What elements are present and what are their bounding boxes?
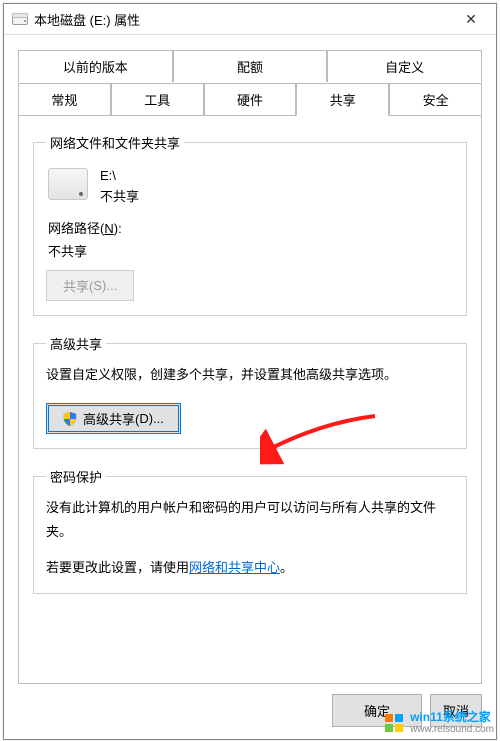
tab-tools[interactable]: 工具	[111, 83, 204, 116]
group-password-legend: 密码保护	[46, 467, 106, 486]
watermark: win11系统之家 www.relsound.com	[384, 711, 494, 735]
advanced-sharing-desc: 设置自定义权限，创建多个共享，并设置其他高级共享选项。	[46, 365, 454, 386]
tab-customize[interactable]: 自定义	[327, 50, 482, 82]
watermark-logo-icon	[384, 713, 404, 733]
tab-hardware[interactable]: 硬件	[204, 83, 297, 116]
group-network-sharing-legend: 网络文件和文件夹共享	[46, 133, 184, 152]
tab-sharing[interactable]: 共享	[296, 83, 389, 116]
titlebar: 本地磁盘 (E:) 属性 ✕	[4, 4, 496, 35]
close-icon: ✕	[465, 11, 477, 28]
properties-dialog: 本地磁盘 (E:) 属性 ✕ 以前的版本 配额 自定义 常规 工具 硬件 共享 …	[3, 3, 497, 740]
window-title: 本地磁盘 (E:) 属性	[34, 10, 450, 29]
password-line2: 若要更改此设置，请使用网络和共享中心。	[46, 557, 454, 579]
network-sharing-center-link[interactable]: 网络和共享中心	[189, 560, 280, 575]
watermark-brand: win11系统之家	[410, 711, 494, 724]
close-button[interactable]: ✕	[450, 5, 492, 33]
share-button: 共享(S)...	[46, 270, 134, 301]
share-path: E:\	[100, 166, 139, 187]
network-path-value: 不共享	[48, 241, 454, 260]
drive-icon	[48, 168, 88, 200]
group-password-protection: 密码保护 没有此计算机的用户帐户和密码的用户可以访问与所有人共享的文件夹。 若要…	[33, 467, 467, 594]
sharing-panel: 网络文件和文件夹共享 E:\ 不共享 网络路径(N): 不共享 共享(S)...…	[18, 115, 482, 684]
watermark-url: www.relsound.com	[410, 724, 494, 735]
tab-security[interactable]: 安全	[389, 83, 482, 116]
advanced-sharing-button[interactable]: 高级共享(D)...	[46, 403, 181, 434]
drive-icon-small	[12, 13, 28, 25]
share-status: 不共享	[100, 187, 139, 208]
tab-previous-versions[interactable]: 以前的版本	[18, 50, 173, 82]
password-line1: 没有此计算机的用户帐户和密码的用户可以访问与所有人共享的文件夹。	[46, 496, 454, 543]
network-path-label: 网络路径(N):	[48, 218, 454, 237]
group-advanced-sharing-legend: 高级共享	[46, 334, 106, 353]
uac-shield-icon	[63, 412, 77, 426]
group-advanced-sharing: 高级共享 设置自定义权限，创建多个共享，并设置其他高级共享选项。 高级共享(D)…	[33, 334, 467, 450]
group-network-sharing: 网络文件和文件夹共享 E:\ 不共享 网络路径(N): 不共享 共享(S)...	[33, 133, 467, 316]
tab-quota[interactable]: 配额	[173, 50, 328, 82]
tab-strip: 以前的版本 配额 自定义 常规 工具 硬件 共享 安全	[18, 43, 482, 115]
tab-general[interactable]: 常规	[18, 83, 111, 116]
